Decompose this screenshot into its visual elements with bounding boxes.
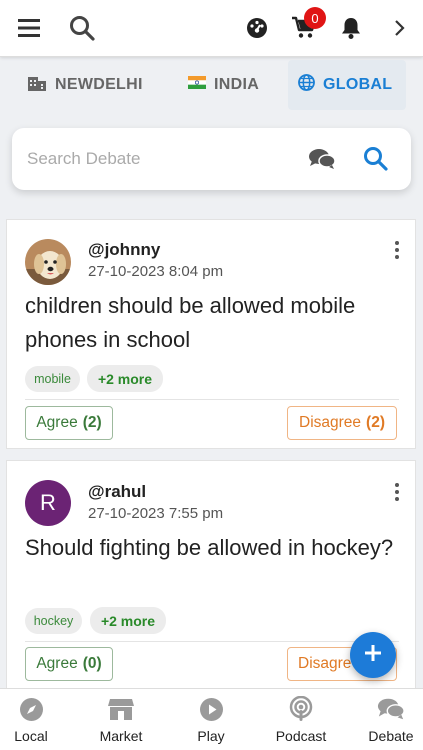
bell-icon[interactable] bbox=[335, 12, 367, 44]
tab-global-label: GLOBAL bbox=[323, 76, 393, 93]
agree-button[interactable]: Agree (0) bbox=[25, 647, 113, 681]
tag-chip[interactable]: hockey bbox=[25, 608, 82, 634]
menu-icon[interactable] bbox=[13, 12, 45, 44]
avatar[interactable]: R bbox=[25, 480, 71, 526]
city-icon bbox=[27, 74, 47, 97]
avatar-letter: R bbox=[40, 490, 56, 515]
agree-count: (0) bbox=[82, 655, 102, 672]
play-icon bbox=[197, 695, 225, 723]
nav-item-market[interactable]: Market bbox=[79, 695, 163, 747]
nav-label: Podcast bbox=[275, 728, 327, 744]
post-date: 27-10-2023 7:55 pm bbox=[88, 505, 224, 522]
plus-icon bbox=[364, 644, 382, 667]
location-tabs: NEWDELHI INDIA GLOBAL bbox=[0, 60, 423, 112]
tab-india-label: INDIA bbox=[214, 76, 260, 93]
disagree-label: Disagre bbox=[298, 655, 352, 672]
india-flag-icon bbox=[188, 76, 206, 94]
debate-question[interactable]: children should be allowed mobile phones… bbox=[25, 289, 405, 357]
nav-item-podcast[interactable]: Podcast bbox=[259, 695, 343, 747]
nav-label: Local bbox=[14, 728, 48, 744]
dashboard-icon[interactable] bbox=[241, 12, 273, 44]
tab-global[interactable]: GLOBAL bbox=[288, 60, 406, 110]
disagree-button[interactable]: Disagree (2) bbox=[287, 406, 397, 440]
nav-item-debate[interactable]: Debate bbox=[349, 695, 423, 747]
agree-button[interactable]: Agree (2) bbox=[25, 406, 113, 440]
tab-newdelhi[interactable]: NEWDELHI bbox=[27, 60, 143, 110]
post-date: 27-10-2023 8:04 pm bbox=[88, 263, 224, 280]
divider bbox=[25, 641, 399, 642]
more-tags-chip[interactable]: +2 more bbox=[87, 365, 163, 392]
globe-icon bbox=[298, 74, 315, 96]
chat-bubbles-icon bbox=[377, 695, 405, 723]
search-bar bbox=[12, 128, 411, 190]
divider bbox=[25, 399, 399, 400]
compass-icon bbox=[17, 695, 45, 723]
add-debate-button[interactable] bbox=[350, 632, 396, 678]
tag-chip[interactable]: mobile bbox=[25, 366, 80, 392]
nav-label: Market bbox=[99, 728, 143, 744]
username[interactable]: @rahul bbox=[88, 482, 146, 502]
agree-label: Agree bbox=[36, 414, 78, 431]
nav-item-play[interactable]: Play bbox=[169, 695, 253, 747]
more-options-icon[interactable] bbox=[393, 241, 401, 259]
disagree-label: Disagree bbox=[299, 414, 362, 431]
store-icon bbox=[107, 695, 135, 723]
nav-label: Play bbox=[197, 728, 225, 744]
podcast-icon bbox=[287, 695, 315, 723]
nav-label: Debate bbox=[368, 728, 414, 744]
tab-india[interactable]: INDIA bbox=[188, 60, 259, 110]
debate-card[interactable]: @johnny 27-10-2023 8:04 pm children shou… bbox=[6, 219, 416, 449]
chat-bubbles-icon[interactable] bbox=[308, 148, 336, 175]
search-input[interactable] bbox=[27, 146, 297, 172]
username[interactable]: @johnny bbox=[88, 240, 160, 260]
bottom-nav: Local Market Play Podcast Debate bbox=[0, 688, 423, 750]
agree-label: Agree bbox=[36, 655, 78, 672]
debate-question[interactable]: Should fighting be allowed in hockey? bbox=[25, 531, 405, 565]
top-app-bar: 0 bbox=[0, 0, 423, 57]
nav-item-local[interactable]: Local bbox=[0, 695, 73, 747]
disagree-count: (2) bbox=[366, 414, 385, 431]
search-icon[interactable] bbox=[66, 12, 98, 44]
search-submit-icon[interactable] bbox=[363, 146, 388, 176]
cart-count-badge: 0 bbox=[304, 7, 326, 29]
avatar[interactable] bbox=[25, 239, 71, 285]
more-tags-chip[interactable]: +2 more bbox=[90, 607, 166, 634]
more-options-icon[interactable] bbox=[393, 483, 401, 501]
chevron-right-icon[interactable] bbox=[383, 12, 415, 44]
agree-count: (2) bbox=[82, 414, 102, 431]
tab-newdelhi-label: NEWDELHI bbox=[55, 76, 143, 93]
